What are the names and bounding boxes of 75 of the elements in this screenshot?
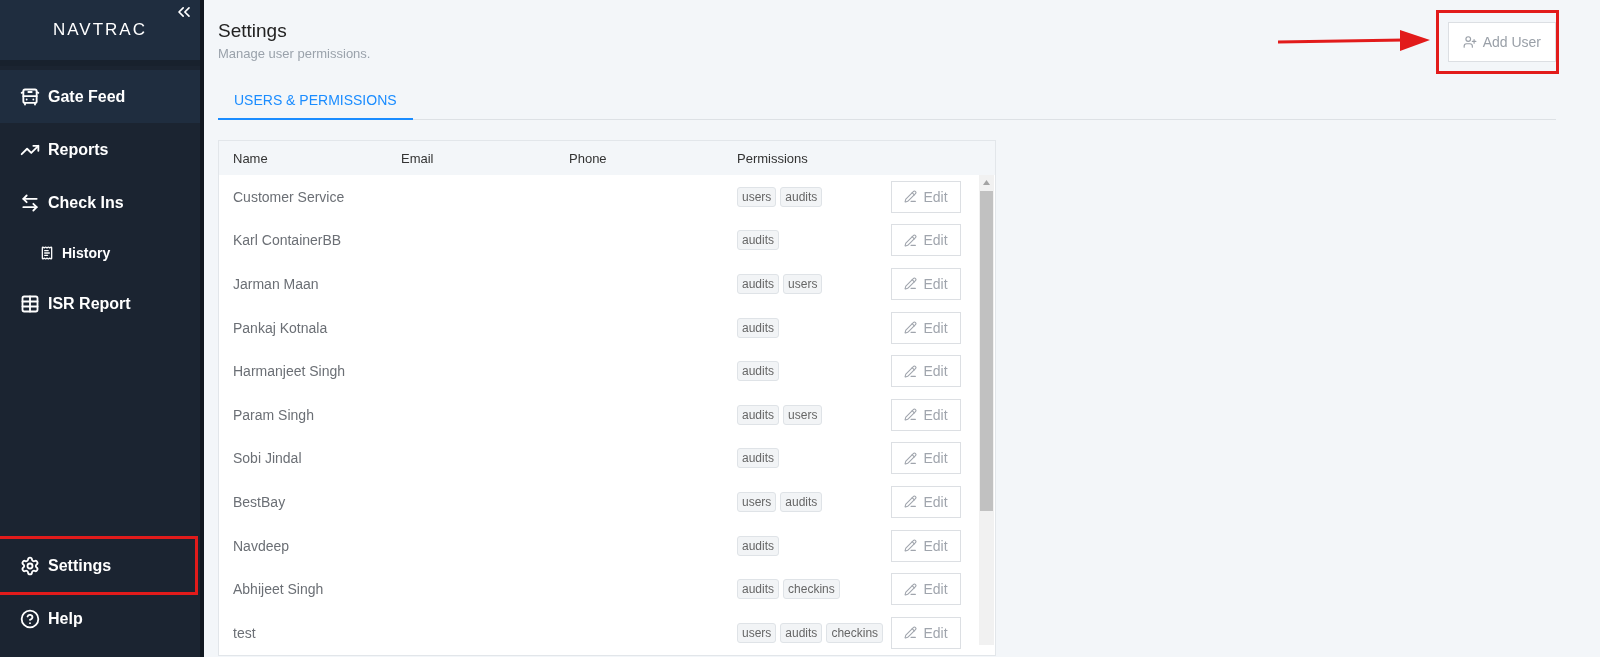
nav-item[interactable]: Gate Feed	[0, 70, 200, 123]
permission-tag: checkins	[783, 579, 840, 600]
pencil-icon	[904, 451, 918, 465]
permission-tag: audits	[737, 535, 780, 556]
table-icon	[20, 293, 40, 314]
table-cell: Pankaj Kotnala	[233, 319, 328, 336]
column-header: Permissions	[737, 150, 809, 166]
pencil-icon	[904, 539, 918, 553]
permission-tag: users	[783, 404, 823, 425]
table-cell: Sobi Jindal	[233, 450, 302, 467]
user-add-icon	[1462, 35, 1477, 49]
nav-item[interactable]: History	[0, 229, 200, 277]
permission-tag: audits	[737, 274, 780, 294]
edit-button[interactable]: Edit	[891, 442, 961, 475]
nav-item[interactable]: Reports	[0, 123, 200, 176]
edit-button[interactable]: Edit	[891, 224, 961, 257]
pencil-icon	[904, 495, 918, 509]
table-cell: Jarman Maan	[233, 276, 319, 292]
permission-tag: audits	[737, 317, 780, 338]
edit-button[interactable]: Edit	[891, 180, 961, 213]
column-header: Name	[233, 150, 269, 166]
edit-button[interactable]: Edit	[891, 529, 961, 562]
table-cell: Abhijeet Singh	[233, 581, 324, 598]
pencil-icon	[904, 408, 918, 422]
permission-tag: audits	[780, 491, 823, 512]
settings-icon	[20, 555, 40, 576]
receipt-icon	[40, 246, 54, 260]
page-subtitle: Manage user permissions.	[218, 46, 371, 61]
permission-tag: audits	[737, 230, 780, 251]
pencil-icon	[904, 277, 918, 291]
add-user-button[interactable]: Add User	[1447, 22, 1556, 62]
logo: NAVTRAC	[53, 20, 147, 40]
page-title: Settings	[218, 20, 288, 42]
table-cell: BestBay	[233, 493, 286, 510]
permission-tag: audits	[780, 186, 823, 207]
edit-button[interactable]: Edit	[891, 616, 961, 649]
pencil-icon	[904, 190, 918, 204]
nav-item[interactable]: ISR Report	[0, 277, 200, 330]
edit-button[interactable]: Edit	[891, 398, 961, 431]
edit-button[interactable]: Edit	[891, 355, 961, 388]
nav-item[interactable]: Check Ins	[0, 176, 200, 229]
permission-tag: users	[737, 491, 777, 512]
arrows-icon	[20, 192, 40, 213]
table-cell: Customer Service	[233, 188, 345, 205]
permission-tag: audits	[737, 404, 780, 425]
bus-icon	[20, 86, 40, 107]
edit-button[interactable]: Edit	[891, 268, 961, 300]
nav-item[interactable]: Settings	[0, 539, 200, 592]
column-header: Phone	[569, 150, 608, 166]
tab[interactable]: USERS & PERMISSIONS	[218, 80, 413, 120]
table-cell: Param Singh	[233, 406, 314, 423]
help-icon	[20, 608, 40, 629]
pencil-icon	[904, 233, 918, 247]
scrollbar[interactable]	[979, 175, 994, 645]
permission-tag: users	[783, 274, 823, 294]
column-header: Email	[401, 150, 435, 166]
pencil-icon	[904, 582, 918, 596]
edit-button[interactable]: Edit	[891, 311, 961, 344]
edit-button[interactable]: Edit	[891, 573, 961, 606]
permission-tag: checkins	[826, 622, 884, 643]
table-cell: Harmanjeet Singh	[233, 363, 346, 380]
permission-tag: audits	[780, 622, 823, 643]
permission-tag: audits	[737, 448, 780, 469]
table-cell: Navdeep	[233, 537, 290, 554]
permission-tag: audits	[737, 579, 780, 600]
pencil-icon	[904, 321, 918, 335]
table-cell: test	[233, 624, 256, 641]
permission-tag: audits	[737, 361, 780, 382]
table-cell: Karl ContainerBB	[233, 232, 342, 249]
pencil-icon	[904, 364, 918, 378]
pencil-icon	[904, 626, 918, 640]
permission-tag: users	[737, 186, 777, 207]
edit-button[interactable]: Edit	[891, 485, 961, 518]
permission-tag: users	[737, 622, 777, 643]
nav-item[interactable]: Help	[0, 592, 200, 645]
